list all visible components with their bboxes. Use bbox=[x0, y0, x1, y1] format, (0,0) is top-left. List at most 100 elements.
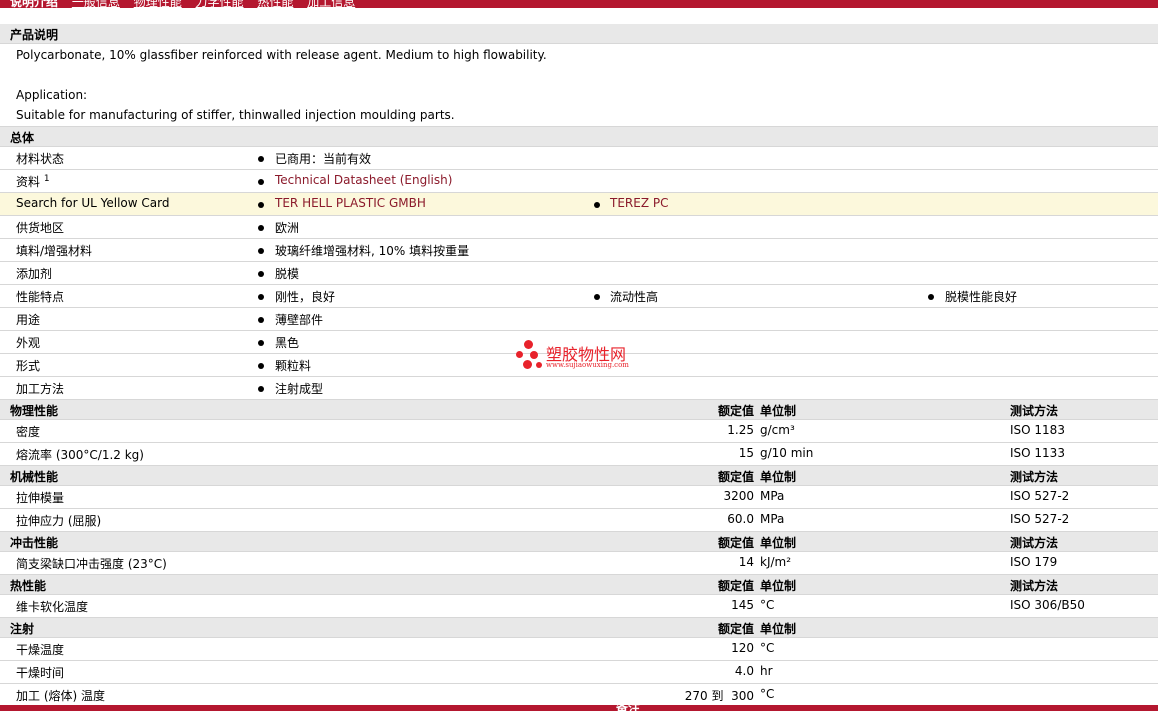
property-value: 3200 bbox=[723, 489, 754, 503]
property-row-uses: 用途 薄壁部件 bbox=[0, 308, 1158, 331]
section-header-injection: 注射 额定值 单位制 bbox=[0, 618, 1158, 638]
section-title: 产品说明 bbox=[10, 28, 59, 42]
logo-dot bbox=[536, 362, 542, 368]
tab-general[interactable]: 一般信息 bbox=[72, 0, 120, 8]
bullet-icon bbox=[258, 317, 264, 323]
tab-physical[interactable]: 物理性能 bbox=[134, 0, 182, 8]
property-value: 4.0 bbox=[734, 664, 754, 678]
property-label: 供货地区 bbox=[16, 221, 65, 235]
property-value: 薄壁部件 bbox=[275, 313, 324, 327]
property-label: 维卡软化温度 bbox=[16, 600, 89, 614]
property-row-filler: 填料/增强材料 玻璃纤维增强材料, 10% 填料按重量 bbox=[0, 239, 1158, 262]
property-label: 加工方法 bbox=[16, 382, 65, 396]
property-label: 拉伸模量 bbox=[16, 491, 65, 505]
product-link[interactable]: TEREZ PC bbox=[610, 196, 668, 210]
data-row-melt-flow: 熔流率 (300°C/1.2 kg) 15 g/10 min ISO 1133 bbox=[0, 443, 1158, 466]
bullet-icon bbox=[258, 202, 264, 208]
column-header-unit: 单位制 bbox=[760, 579, 797, 593]
bullet-icon bbox=[594, 202, 600, 208]
property-unit: kJ/m² bbox=[760, 555, 792, 569]
bullet-icon bbox=[258, 179, 264, 185]
property-label: 简支梁缺口冲击强度 (23°C) bbox=[16, 557, 167, 571]
column-header-unit: 单位制 bbox=[760, 622, 797, 636]
property-value: 15 bbox=[738, 446, 754, 460]
property-unit: MPa bbox=[760, 489, 785, 503]
section-header-physical: 物理性能 额定值 单位制 测试方法 bbox=[0, 400, 1158, 420]
property-label: 熔流率 (300°C/1.2 kg) bbox=[16, 448, 144, 462]
bullet-icon bbox=[258, 156, 264, 162]
column-header-value: 额定值 bbox=[717, 404, 754, 418]
bullet-icon bbox=[258, 363, 264, 369]
tab-description[interactable]: 说明介绍 bbox=[10, 0, 58, 8]
property-value: 已商用：当前有效 bbox=[275, 152, 372, 166]
property-value: 流动性高 bbox=[610, 290, 659, 304]
property-value: 145 bbox=[731, 598, 754, 612]
tab-processing[interactable]: 加工信息 bbox=[307, 0, 355, 8]
property-unit: °C bbox=[760, 598, 775, 612]
data-row-drying-temp: 干燥温度 120 °C bbox=[0, 638, 1158, 661]
bullet-icon bbox=[258, 386, 264, 392]
supplier-link[interactable]: TER HELL PLASTIC GMBH bbox=[275, 196, 426, 210]
property-value: 玻璃纤维增强材料, 10% 填料按重量 bbox=[275, 244, 470, 258]
data-row-charpy: 简支梁缺口冲击强度 (23°C) 14 kJ/m² ISO 179 bbox=[0, 552, 1158, 575]
property-label: 干燥时间 bbox=[16, 666, 65, 680]
bullet-icon bbox=[594, 294, 600, 300]
test-method: ISO 527-2 bbox=[1010, 512, 1070, 526]
column-header-value: 额定值 bbox=[717, 536, 754, 550]
bullet-icon bbox=[258, 294, 264, 300]
property-value: 欧洲 bbox=[275, 221, 300, 235]
section-header-general: 总体 bbox=[0, 127, 1158, 147]
property-label: 干燥温度 bbox=[16, 643, 65, 657]
property-label: Search for UL Yellow Card bbox=[16, 196, 170, 210]
property-label: 资料 1 bbox=[16, 174, 50, 189]
bullet-icon bbox=[258, 340, 264, 346]
property-unit: °C bbox=[760, 641, 775, 655]
application-text: Suitable for manufacturing of stiffer, t… bbox=[16, 108, 455, 122]
property-label: 拉伸应力 (屈服) bbox=[16, 514, 102, 528]
section-header-mechanical: 机械性能 额定值 单位制 测试方法 bbox=[0, 466, 1158, 486]
property-unit: g/cm³ bbox=[760, 423, 795, 437]
logo-dot bbox=[530, 351, 538, 359]
logo-dot bbox=[516, 351, 523, 358]
property-value: 120 bbox=[731, 641, 754, 655]
column-header-value: 额定值 bbox=[717, 470, 754, 484]
datasheet-link[interactable]: Technical Datasheet (English) bbox=[275, 173, 452, 187]
property-row-ul-yellow-card: Search for UL Yellow Card TER HELL PLAST… bbox=[0, 193, 1158, 216]
section-title: 机械性能 bbox=[10, 470, 59, 484]
test-method: ISO 1183 bbox=[1010, 423, 1065, 437]
section-title: 冲击性能 bbox=[10, 536, 59, 550]
property-unit: MPa bbox=[760, 512, 785, 526]
data-row-tensile-stress: 拉伸应力 (屈服) 60.0 MPa ISO 527-2 bbox=[0, 509, 1158, 532]
property-label: 形式 bbox=[16, 359, 41, 373]
section-title: 热性能 bbox=[10, 579, 47, 593]
test-method: ISO 1133 bbox=[1010, 446, 1065, 460]
top-nav-bar: 说明介绍 一般信息 物理性能 力学性能 热性能 加工信息 bbox=[0, 0, 1158, 8]
property-value: 黑色 bbox=[275, 336, 300, 350]
property-label: 材料状态 bbox=[16, 152, 65, 166]
column-header-method: 测试方法 bbox=[1010, 536, 1059, 550]
watermark-url: www.sujiaowuxing.com bbox=[546, 361, 629, 369]
test-method: ISO 179 bbox=[1010, 555, 1058, 569]
property-value: 刚性，良好 bbox=[275, 290, 336, 304]
property-unit: hr bbox=[760, 664, 773, 678]
column-header-value: 额定值 bbox=[717, 579, 754, 593]
property-value: 270 到 300 bbox=[684, 689, 754, 703]
property-row-status: 材料状态 已商用：当前有效 bbox=[0, 147, 1158, 170]
property-value: 60.0 bbox=[727, 512, 754, 526]
column-header-method: 测试方法 bbox=[1010, 470, 1059, 484]
bullet-icon bbox=[928, 294, 934, 300]
section-header-thermal: 热性能 额定值 单位制 测试方法 bbox=[0, 575, 1158, 595]
tab-thermal[interactable]: 热性能 bbox=[257, 0, 293, 8]
logo-dot bbox=[523, 360, 532, 369]
bullet-icon bbox=[258, 271, 264, 277]
footnote-marker: 1 bbox=[43, 174, 50, 184]
tab-mechanical[interactable]: 力学性能 bbox=[196, 0, 244, 8]
data-row-vicat: 维卡软化温度 145 °C ISO 306/B50 bbox=[0, 595, 1158, 618]
bullet-icon bbox=[258, 248, 264, 254]
property-value: 脱模性能良好 bbox=[945, 290, 1018, 304]
property-value: 脱模 bbox=[275, 267, 300, 281]
section-title: 注射 bbox=[10, 622, 35, 636]
column-header-unit: 单位制 bbox=[760, 536, 797, 550]
property-label: 外观 bbox=[16, 336, 41, 350]
property-label: 用途 bbox=[16, 313, 41, 327]
